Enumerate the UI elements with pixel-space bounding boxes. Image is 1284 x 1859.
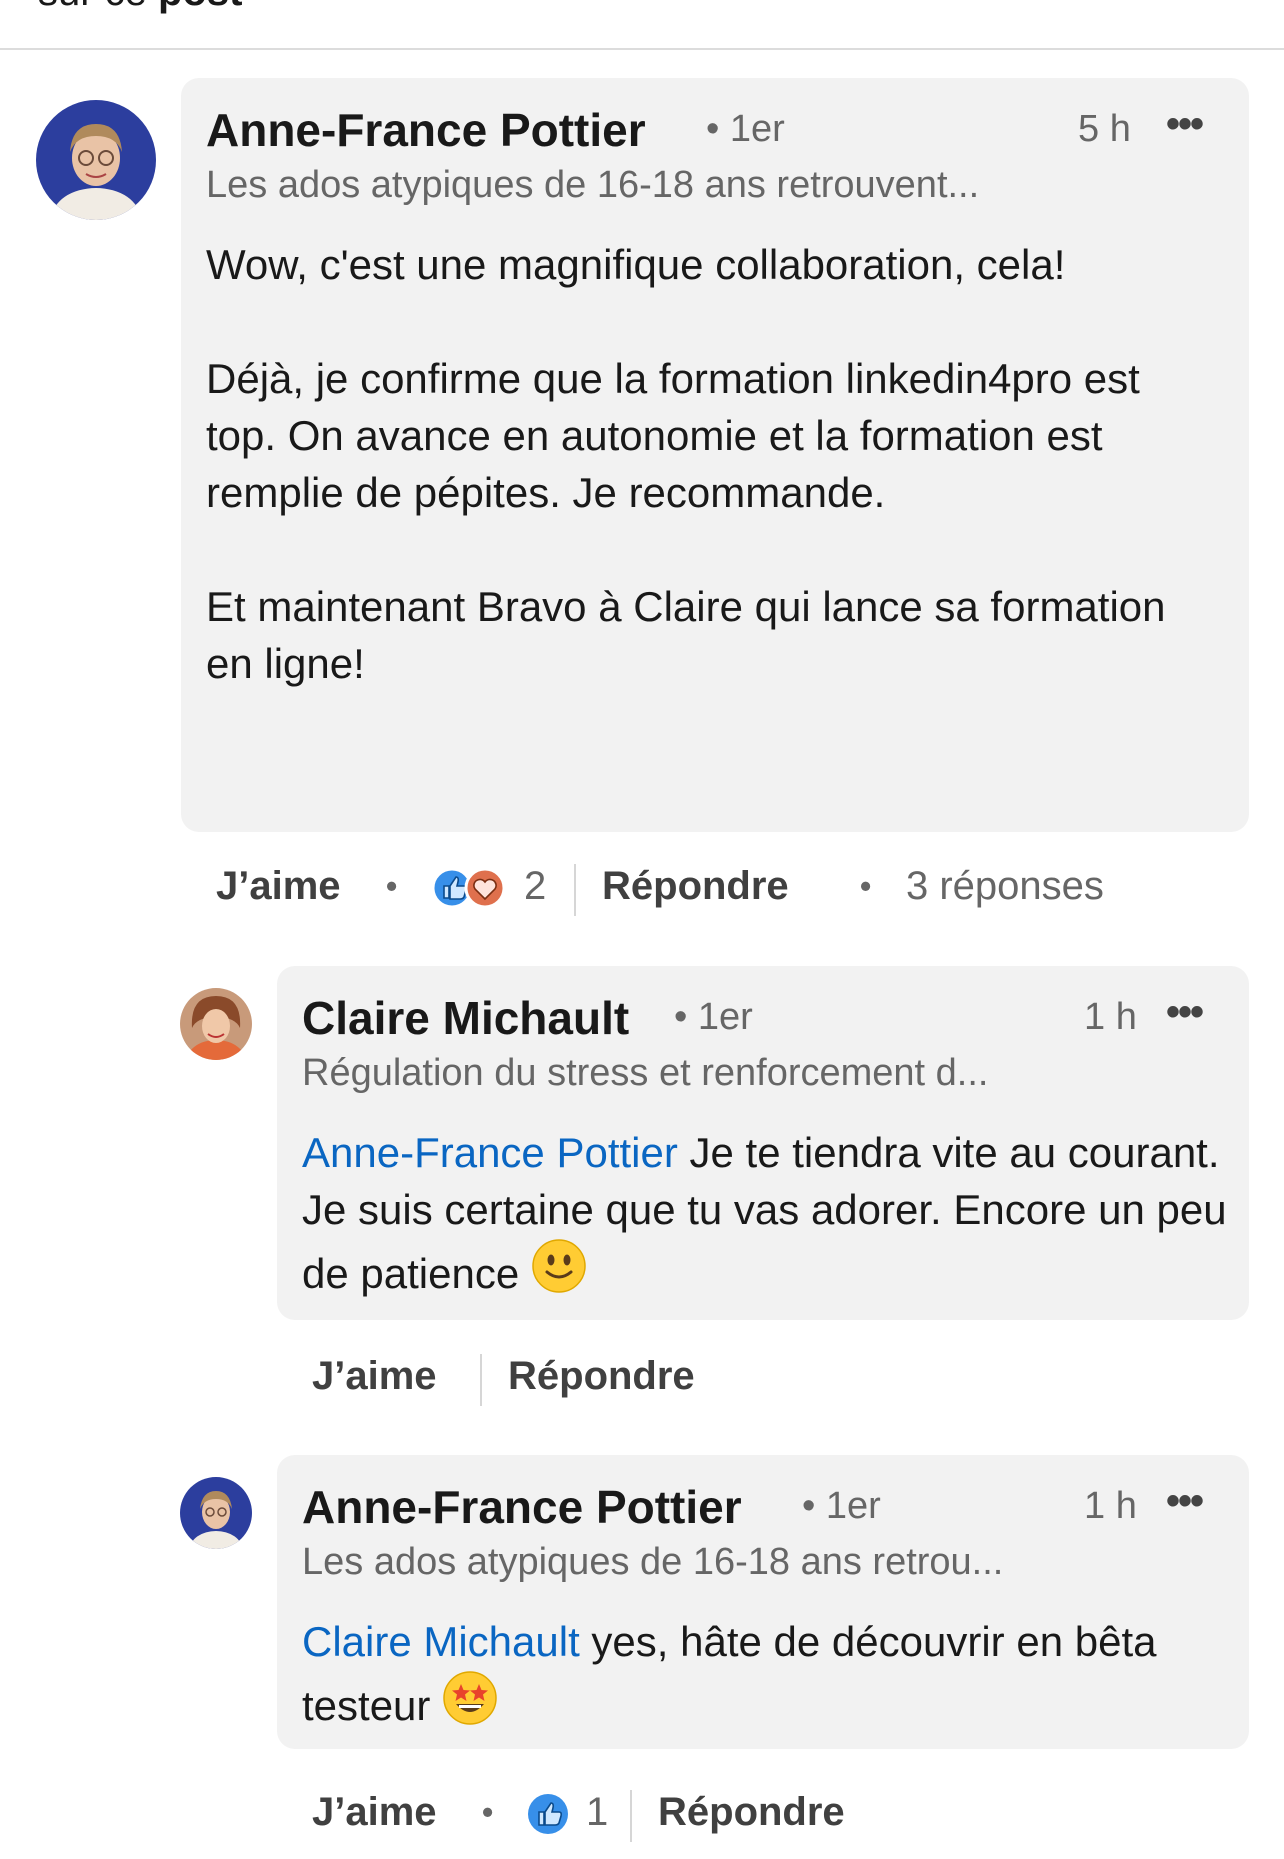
separator — [630, 1790, 632, 1842]
comment-text: Claire Michault yes, hâte de découvrir e… — [302, 1613, 1242, 1740]
author-headline: Les ados atypiques de 16-18 ans retrou..… — [302, 1541, 1004, 1583]
author-headline: Régulation du stress et renforcement d..… — [302, 1052, 989, 1094]
comment-actions: J’aime • 2 Répondre • 3 réponses — [0, 860, 1284, 920]
separator-dot: • — [860, 868, 872, 904]
comment-paragraph: Et maintenant Bravo à Claire qui lance s… — [206, 583, 1166, 687]
comment-paragraph: Déjà, je confirme que la formation linke… — [206, 355, 1140, 516]
like-reaction-icon[interactable] — [526, 1792, 570, 1836]
slightly-smiling-face-icon — [531, 1238, 587, 1308]
author-name[interactable]: Anne-France Pottier — [302, 1480, 742, 1534]
reaction-count[interactable]: 1 — [586, 1790, 608, 1835]
author-name[interactable]: Claire Michault — [302, 991, 629, 1045]
avatar[interactable] — [36, 100, 156, 220]
mention-link[interactable]: Claire Michault — [302, 1618, 580, 1665]
connection-degree: • 1er — [802, 1485, 881, 1527]
comment-actions: J’aime Répondre — [0, 1350, 1284, 1410]
section-title-plain: sur ce — [38, 0, 158, 14]
section-title: sur ce post — [38, 0, 242, 15]
avatar[interactable] — [180, 988, 252, 1060]
reply-button[interactable]: Répondre — [508, 1354, 695, 1399]
like-button[interactable]: J’aime — [312, 1790, 437, 1835]
separator — [574, 864, 576, 916]
author-headline: Les ados atypiques de 16-18 ans retrouve… — [206, 164, 980, 206]
comment-actions: J’aime • 1 Répondre — [0, 1786, 1284, 1846]
star-struck-face-icon — [442, 1670, 498, 1740]
timestamp: 5 h — [1078, 108, 1131, 150]
avatar[interactable] — [180, 1477, 252, 1549]
connection-degree: • 1er — [706, 108, 785, 150]
more-options-icon[interactable]: ••• — [1166, 990, 1204, 1035]
mention-link[interactable]: Anne-France Pottier — [302, 1129, 678, 1176]
comment-text: Wow, c'est une magnifique collaboration,… — [206, 236, 1176, 692]
separator — [480, 1354, 482, 1406]
comment-text: Anne-France Pottier Je te tiendra vite a… — [302, 1124, 1242, 1308]
more-options-icon[interactable]: ••• — [1166, 102, 1204, 147]
more-options-icon[interactable]: ••• — [1166, 1479, 1204, 1524]
divider — [0, 48, 1284, 50]
separator-dot: • — [386, 868, 398, 904]
reaction-icons[interactable] — [430, 864, 510, 912]
timestamp: 1 h — [1084, 1485, 1137, 1527]
connection-degree: • 1er — [674, 996, 753, 1038]
reply-button[interactable]: Répondre — [658, 1790, 845, 1835]
reaction-count[interactable]: 2 — [524, 864, 546, 909]
like-reaction-icon — [431, 867, 506, 909]
replies-link[interactable]: 3 réponses — [906, 864, 1104, 909]
section-title-bold: post — [158, 0, 242, 14]
timestamp: 1 h — [1084, 996, 1137, 1038]
author-name[interactable]: Anne-France Pottier — [206, 103, 646, 157]
like-button[interactable]: J’aime — [216, 864, 341, 909]
like-button[interactable]: J’aime — [312, 1354, 437, 1399]
comment-paragraph: Wow, c'est une magnifique collaboration,… — [206, 241, 1066, 288]
separator-dot: • — [482, 1794, 494, 1830]
reply-button[interactable]: Répondre — [602, 864, 789, 909]
